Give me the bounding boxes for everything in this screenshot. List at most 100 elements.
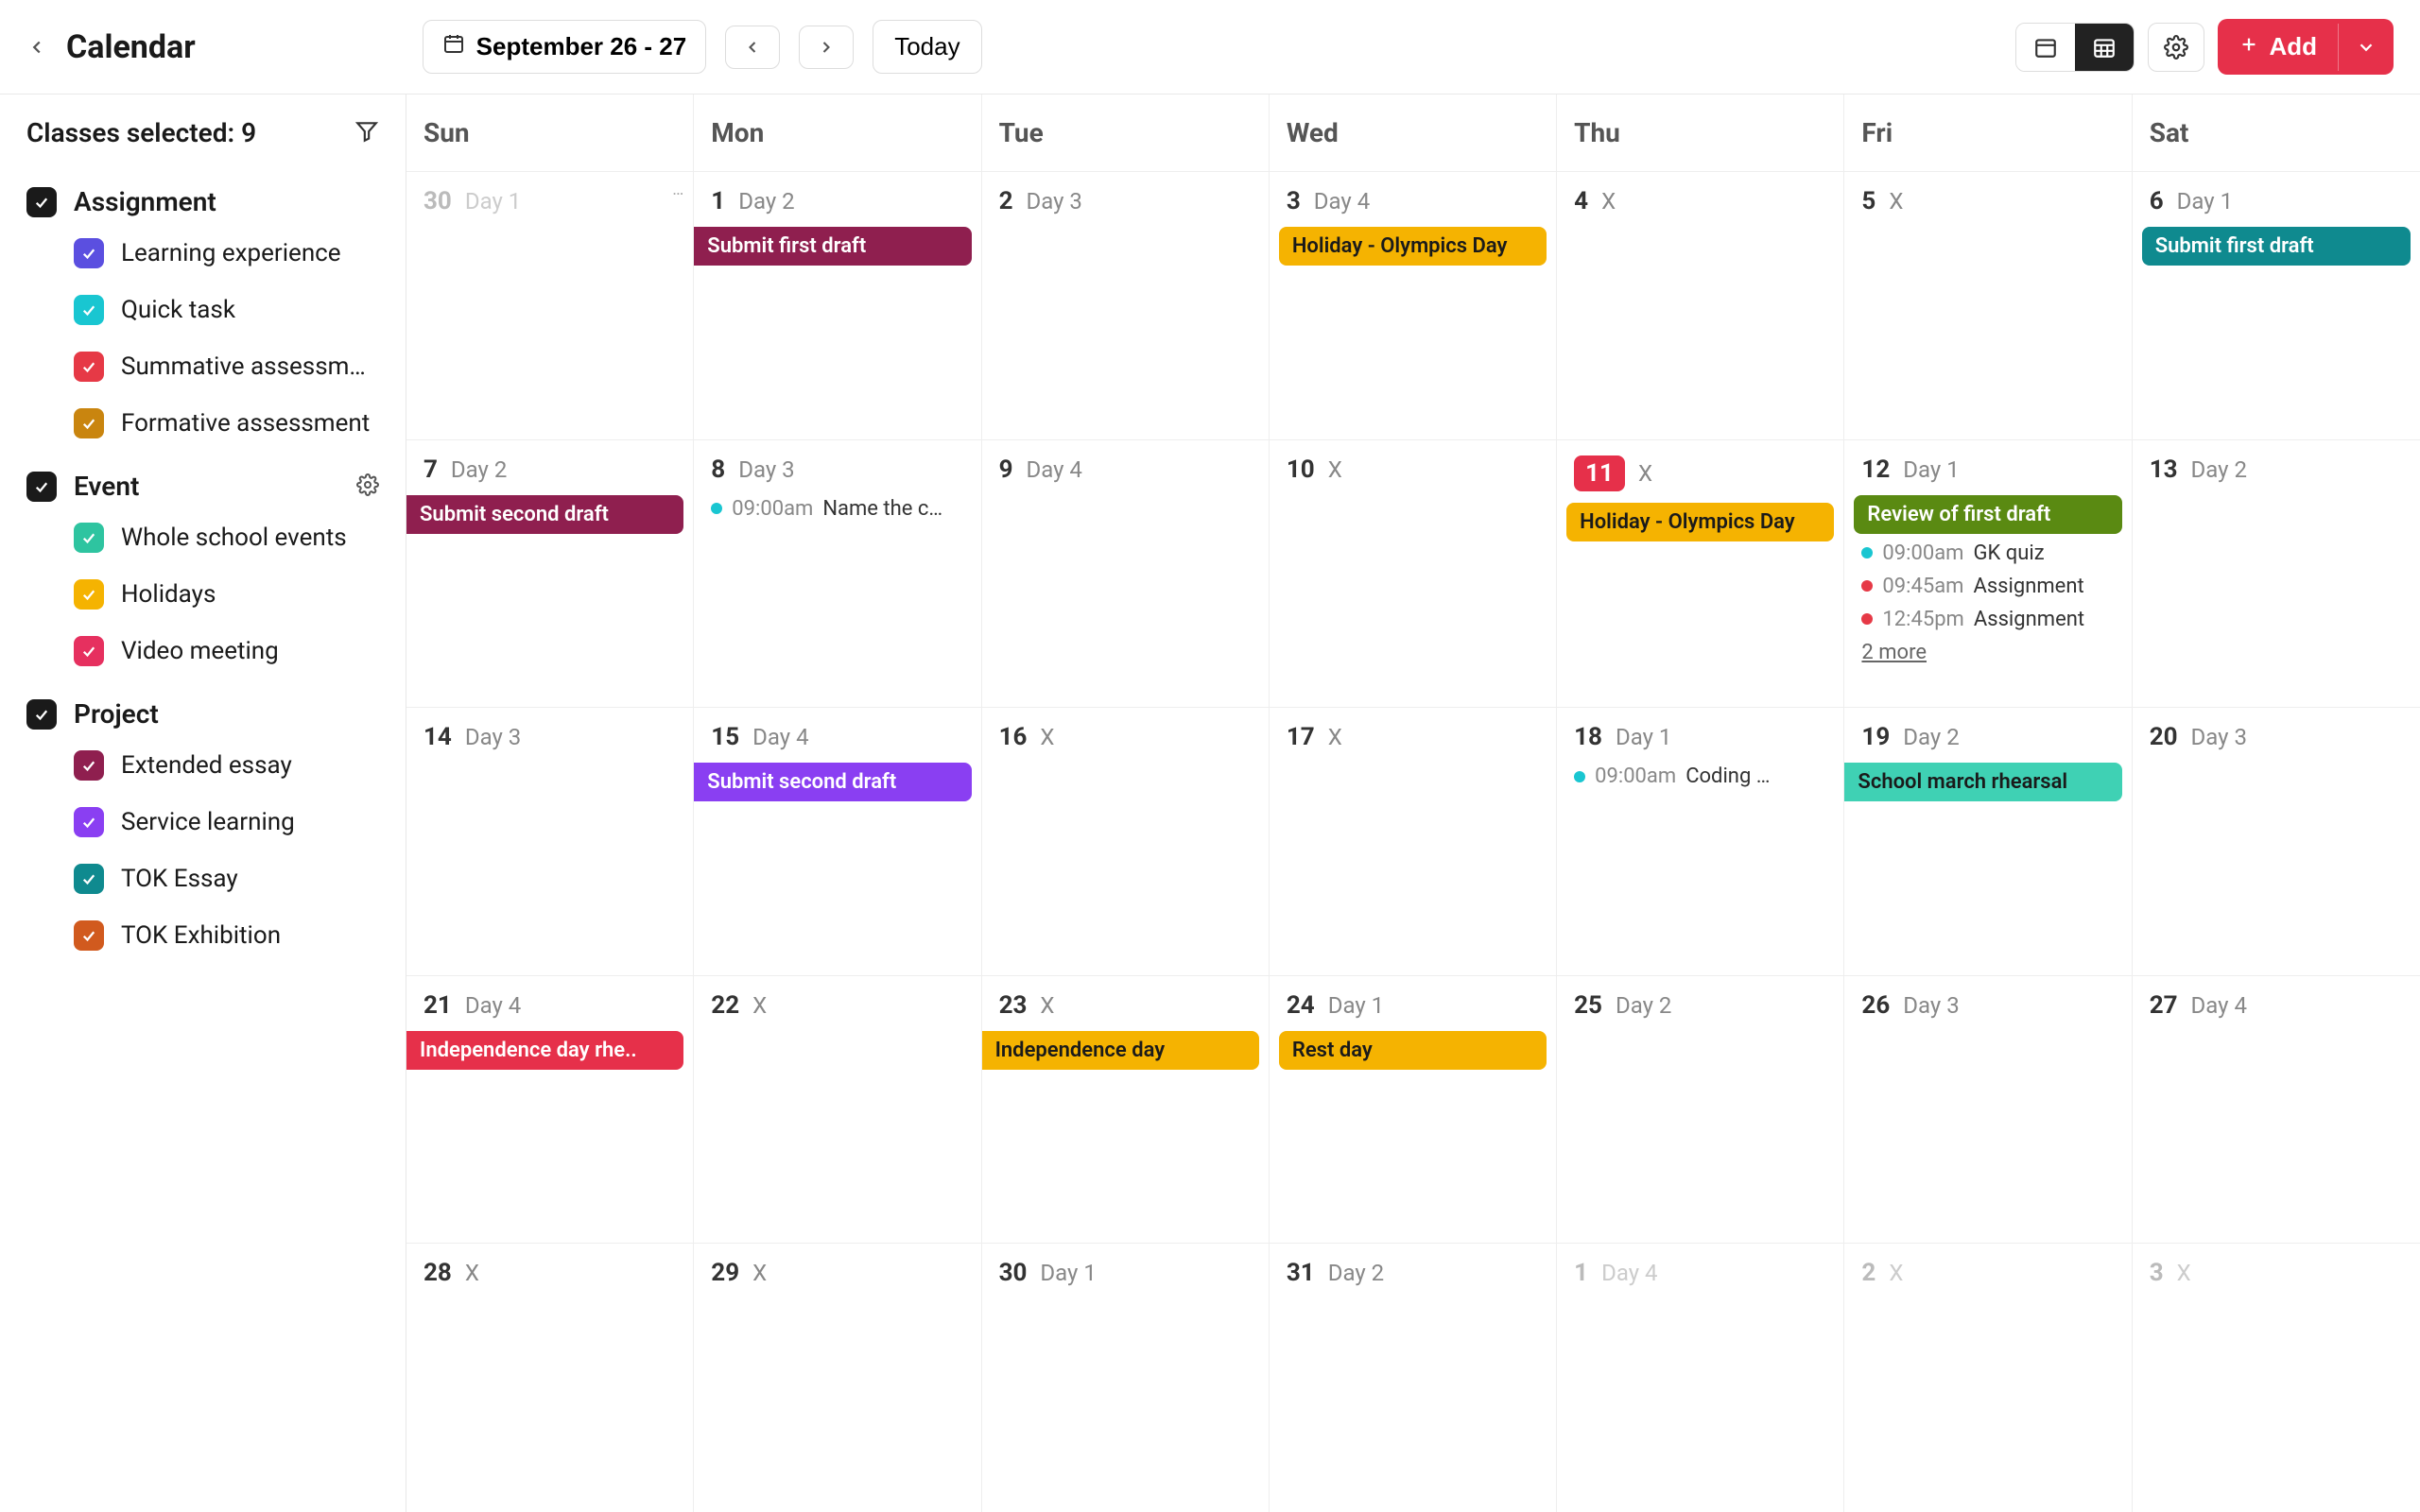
calendar-cell[interactable]: 2Day 3 — [982, 172, 1270, 439]
timed-event[interactable]: 09:00amCoding … — [1566, 763, 1834, 790]
calendar-cell[interactable]: 21Day 4Independence day rhe.. — [406, 976, 694, 1244]
filter-checkbox[interactable] — [74, 636, 104, 666]
calendar-cell[interactable]: 3Day 4Holiday - Olympics Day — [1270, 172, 1557, 439]
next-button[interactable] — [799, 26, 854, 69]
calendar-cell[interactable]: 10X — [1270, 440, 1557, 708]
calendar-cell[interactable]: 25Day 2 — [1557, 976, 1844, 1244]
calendar-cell[interactable]: 31Day 2 — [1270, 1244, 1557, 1512]
filter-checkbox[interactable] — [74, 864, 104, 894]
date-number: 2 — [1861, 1259, 1876, 1287]
calendar-cell[interactable]: 7Day 2Submit second draft — [406, 440, 694, 708]
filter-item[interactable]: Summative assessm… — [26, 352, 379, 382]
calendar-cell[interactable]: 17X — [1270, 708, 1557, 975]
calendar-cell[interactable]: 4X — [1557, 172, 1844, 439]
filter-item[interactable]: Holidays — [26, 579, 379, 610]
rotation-day-label: Day 4 — [1601, 1260, 1657, 1286]
calendar-cell[interactable]: 8Day 309:00amName the c… — [694, 440, 981, 708]
calendar-cell[interactable]: 30Day 1… — [406, 172, 694, 439]
calendar-cell[interactable]: 28X — [406, 1244, 694, 1512]
event-title: Coding … — [1685, 765, 1770, 788]
calendar-cell[interactable]: 23XIndependence day — [982, 976, 1270, 1244]
calendar-cell[interactable]: 22X — [694, 976, 981, 1244]
timed-event[interactable]: 09:00amGK quiz — [1854, 540, 2121, 567]
event-chip[interactable]: Independence day — [982, 1031, 1259, 1070]
calendar-cell[interactable]: 2X — [1844, 1244, 2132, 1512]
group-checkbox[interactable] — [26, 699, 57, 730]
overflow-indicator-icon[interactable]: … — [672, 180, 683, 199]
filter-checkbox[interactable] — [74, 579, 104, 610]
calendar-cell[interactable]: 3X — [2133, 1244, 2420, 1512]
add-dropdown[interactable] — [2338, 24, 2394, 71]
calendar-cell[interactable]: 18Day 109:00amCoding … — [1557, 708, 1844, 975]
filter-checkbox[interactable] — [74, 408, 104, 438]
group-checkbox[interactable] — [26, 187, 57, 217]
filter-checkbox[interactable] — [74, 238, 104, 268]
event-chip[interactable]: Submit first draft — [694, 227, 971, 266]
filter-button[interactable] — [354, 119, 379, 147]
rotation-day-label: X — [752, 992, 767, 1019]
filter-item[interactable]: TOK Essay — [26, 864, 379, 894]
calendar-cell[interactable]: 26Day 3 — [1844, 976, 2132, 1244]
back-button[interactable] — [26, 37, 47, 58]
group-settings-icon[interactable] — [356, 473, 379, 500]
settings-button[interactable] — [2148, 23, 2204, 72]
prev-button[interactable] — [725, 26, 780, 69]
more-events-link[interactable]: 2 more — [1854, 639, 2121, 666]
filter-label: Formative assessment — [121, 409, 370, 438]
event-chip[interactable]: Submit second draft — [406, 495, 683, 534]
today-button[interactable]: Today — [873, 20, 981, 74]
calendar-cell[interactable]: 1Day 4 — [1557, 1244, 1844, 1512]
event-chip[interactable]: School march rhearsal — [1844, 763, 2121, 801]
calendar-cell[interactable]: 20Day 3 — [2133, 708, 2420, 975]
filter-item[interactable]: Video meeting — [26, 636, 379, 666]
calendar-cell[interactable]: 6Day 1Submit first draft — [2133, 172, 2420, 439]
event-chip[interactable]: Submit first draft — [2142, 227, 2411, 266]
filter-item[interactable]: Whole school events — [26, 523, 379, 553]
filter-checkbox[interactable] — [74, 523, 104, 553]
calendar-cell[interactable]: 24Day 1Rest day — [1270, 976, 1557, 1244]
date-range-button[interactable]: September 26 - 27 — [423, 20, 707, 74]
timed-event[interactable]: 12:45pmAssignment — [1854, 606, 2121, 633]
filter-item[interactable]: Formative assessment — [26, 408, 379, 438]
calendar-grid: SunMonTueWedThuFriSat 30Day 1…1Day 2Subm… — [406, 94, 2420, 1512]
filter-checkbox[interactable] — [74, 352, 104, 382]
event-chip[interactable]: Rest day — [1279, 1031, 1547, 1070]
calendar-cell[interactable]: 19Day 2School march rhearsal — [1844, 708, 2132, 975]
filter-checkbox[interactable] — [74, 750, 104, 781]
rotation-day-label: X — [1638, 460, 1652, 487]
filter-item[interactable]: Extended essay — [26, 750, 379, 781]
view-month-button[interactable] — [2075, 24, 2134, 71]
rotation-day-label: Day 2 — [451, 456, 507, 483]
calendar-cell[interactable]: 11XHoliday - Olympics Day — [1557, 440, 1844, 708]
event-chip[interactable]: Review of first draft — [1854, 495, 2121, 534]
filter-item[interactable]: TOK Exhibition — [26, 920, 379, 951]
date-range-label: September 26 - 27 — [476, 32, 687, 61]
event-chip[interactable]: Holiday - Olympics Day — [1279, 227, 1547, 266]
filter-checkbox[interactable] — [74, 295, 104, 325]
calendar-cell[interactable]: 27Day 4 — [2133, 976, 2420, 1244]
calendar-cell[interactable]: 29X — [694, 1244, 981, 1512]
filter-checkbox[interactable] — [74, 807, 104, 837]
event-chip[interactable]: Submit second draft — [694, 763, 971, 801]
calendar-cell[interactable]: 1Day 2Submit first draft — [694, 172, 981, 439]
event-title: Assignment — [1974, 608, 2084, 631]
calendar-cell[interactable]: 15Day 4Submit second draft — [694, 708, 981, 975]
calendar-cell[interactable]: 30Day 1 — [982, 1244, 1270, 1512]
calendar-cell[interactable]: 16X — [982, 708, 1270, 975]
calendar-cell[interactable]: 14Day 3 — [406, 708, 694, 975]
calendar-cell[interactable]: 5X — [1844, 172, 2132, 439]
view-day-button[interactable] — [2016, 24, 2075, 71]
add-button[interactable]: Add — [2218, 19, 2394, 75]
timed-event[interactable]: 09:00amName the c… — [703, 495, 971, 523]
filter-item[interactable]: Service learning — [26, 807, 379, 837]
filter-item[interactable]: Quick task — [26, 295, 379, 325]
group-checkbox[interactable] — [26, 472, 57, 502]
event-chip[interactable]: Independence day rhe.. — [406, 1031, 683, 1070]
event-chip[interactable]: Holiday - Olympics Day — [1566, 503, 1834, 541]
filter-item[interactable]: Learning experience — [26, 238, 379, 268]
calendar-cell[interactable]: 9Day 4 — [982, 440, 1270, 708]
calendar-cell[interactable]: 13Day 2 — [2133, 440, 2420, 708]
filter-checkbox[interactable] — [74, 920, 104, 951]
timed-event[interactable]: 09:45amAssignment — [1854, 573, 2121, 600]
calendar-cell[interactable]: 12Day 1Review of first draft09:00amGK qu… — [1844, 440, 2132, 708]
